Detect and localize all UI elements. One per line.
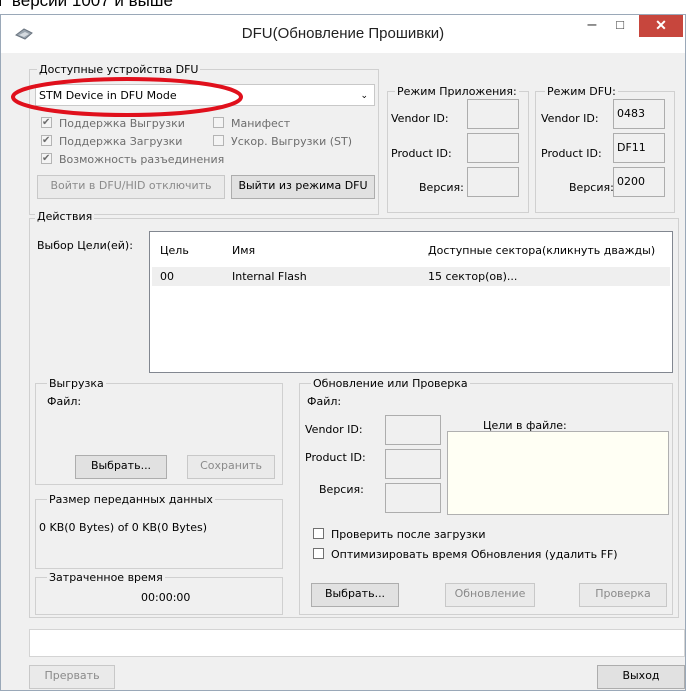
elapsed-value: 00:00:00	[141, 591, 191, 604]
checkmark-icon: ✔	[42, 135, 51, 146]
accelerated-upload-label: Ускор. Выгрузки (ST)	[231, 135, 353, 148]
update-button[interactable]: Обновление	[445, 583, 535, 607]
accelerated-upload-checkbox[interactable]	[213, 135, 224, 146]
verify-button[interactable]: Проверка	[579, 583, 667, 607]
upload-file-label: Файл:	[47, 395, 82, 408]
table-row[interactable]: 00 Internal Flash 15 сектор(ов)...	[152, 267, 670, 286]
app-mode-label: Режим Приложения:	[395, 85, 519, 98]
column-name[interactable]: Имя	[232, 244, 255, 257]
dfu-mode-label: Режим DFU:	[545, 85, 618, 98]
elapsed-label: Затраченное время	[47, 571, 165, 584]
leave-dfu-button[interactable]: Выйти из режима DFU	[231, 175, 375, 199]
app-product-label: Product ID:	[391, 147, 452, 160]
target-select-label: Выбор Цели(ей):	[37, 239, 133, 252]
close-button[interactable]: ✕	[639, 15, 683, 37]
row-target: 00	[160, 270, 174, 283]
upload-label: Выгрузка	[47, 377, 106, 390]
dfu-vendor-field: 0483	[613, 99, 665, 129]
dfu-product-field: DF11	[613, 133, 665, 163]
manifest-checkbox[interactable]	[213, 117, 224, 128]
update-version-field	[385, 483, 441, 513]
verify-after-checkbox[interactable]	[313, 528, 324, 539]
update-product-label: Product ID:	[305, 451, 366, 464]
dfu-window: DFU(Обновление Прошивки) – □ ✕ Доступные…	[0, 14, 686, 691]
chevron-down-icon: ⌄	[360, 91, 368, 101]
support-upload-label: Поддержка Выгрузки	[59, 117, 185, 130]
update-vendor-label: Vendor ID:	[305, 423, 363, 436]
update-product-field	[385, 449, 441, 479]
update-vendor-field	[385, 415, 441, 445]
dfu-vendor-label: Vendor ID:	[541, 112, 599, 125]
verify-after-label: Проверить после загрузки	[331, 528, 486, 541]
optimize-checkbox[interactable]	[313, 548, 324, 559]
support-upload-checkbox[interactable]: ✔	[41, 117, 52, 128]
app-vendor-field	[467, 99, 519, 129]
highlight-ellipse	[11, 77, 243, 117]
column-target[interactable]: Цель	[160, 244, 189, 257]
enter-dfu-button[interactable]: Войти в DFU/HID отключить	[37, 175, 225, 199]
app-product-field	[467, 133, 519, 163]
page-caption: Г версии 1007 и выше	[0, 0, 173, 10]
dfu-product-label: Product ID:	[541, 147, 602, 160]
title-bar: DFU(Обновление Прошивки) – □ ✕	[1, 15, 685, 53]
status-bar	[29, 629, 685, 657]
column-sectors[interactable]: Доступные сектора(кликнуть дважды)	[428, 244, 655, 257]
upload-choose-button[interactable]: Выбрать...	[75, 455, 167, 479]
minimize-button[interactable]: –	[579, 15, 605, 37]
maximize-button[interactable]: □	[607, 15, 633, 37]
targets-in-file-list[interactable]	[447, 431, 669, 515]
targets-list[interactable]: Цель Имя Доступные сектора(кликнуть дваж…	[149, 231, 673, 373]
row-sectors: 15 сектор(ов)...	[428, 270, 518, 283]
optimize-label: Оптимизировать время Обновления (удалить…	[331, 548, 618, 561]
support-download-checkbox[interactable]: ✔	[41, 135, 52, 146]
manifest-label: Манифест	[231, 117, 291, 130]
transfer-value: 0 KB(0 Bytes) of 0 KB(0 Bytes)	[39, 521, 207, 534]
app-vendor-label: Vendor ID:	[391, 112, 449, 125]
update-label: Обновление или Проверка	[311, 377, 470, 390]
row-name: Internal Flash	[232, 270, 307, 283]
app-version-label: Версия:	[419, 181, 464, 194]
abort-button[interactable]: Прервать	[29, 665, 115, 689]
detach-label: Возможность разъединения	[59, 153, 225, 166]
app-version-field	[467, 167, 519, 197]
update-version-label: Версия:	[319, 483, 364, 496]
update-choose-button[interactable]: Выбрать...	[311, 583, 399, 607]
actions-label: Действия	[35, 210, 95, 223]
transfer-group	[35, 499, 283, 569]
dfu-version-field: 0200	[613, 167, 665, 197]
update-file-label: Файл:	[307, 395, 342, 408]
transfer-label: Размер переданных данных	[47, 493, 215, 506]
exit-button[interactable]: Выход	[597, 665, 685, 689]
save-button[interactable]: Сохранить	[187, 455, 275, 479]
checkmark-icon: ✔	[42, 117, 51, 128]
detach-checkbox[interactable]: ✔	[41, 153, 52, 164]
checkmark-icon: ✔	[42, 153, 51, 164]
support-download-label: Поддержка Загрузки	[59, 135, 183, 148]
dfu-version-label: Версия:	[569, 181, 614, 194]
